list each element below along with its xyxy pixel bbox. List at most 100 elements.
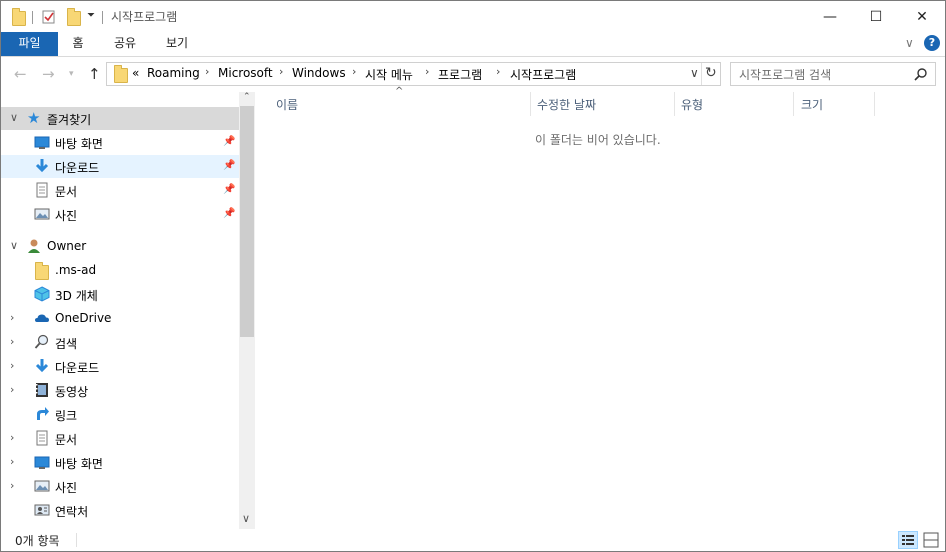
- chevron-right-icon[interactable]: ›: [10, 455, 14, 468]
- scroll-down-icon[interactable]: ∨: [242, 512, 250, 525]
- user-icon: [28, 239, 40, 253]
- up-button[interactable]: ↑: [88, 65, 101, 83]
- nav-item-label: OneDrive: [55, 311, 112, 325]
- maximize-button[interactable]: ☐: [853, 1, 899, 32]
- chevron-right-icon[interactable]: ›: [10, 383, 14, 396]
- chevron-right-icon[interactable]: ›: [279, 65, 283, 78]
- chevron-right-icon[interactable]: ›: [352, 65, 356, 78]
- nav-item-label: .ms-ad: [55, 263, 97, 277]
- search-icon: [34, 334, 49, 349]
- chevron-right-icon[interactable]: ›: [10, 335, 14, 348]
- details-view-icon[interactable]: [898, 531, 918, 549]
- recent-locations-button[interactable]: ▾: [69, 65, 74, 83]
- tab-home[interactable]: 홈: [64, 32, 92, 56]
- chevron-right-icon[interactable]: ›: [425, 65, 429, 78]
- help-icon[interactable]: ?: [924, 35, 940, 51]
- column-header-name[interactable]: 이름: [276, 96, 298, 120]
- nav-item-contacts[interactable]: 연락처: [1, 499, 239, 522]
- chevron-right-icon[interactable]: ›: [205, 65, 209, 78]
- nav-item-label: 바탕 화면: [55, 457, 103, 471]
- large-icons-view-icon[interactable]: [923, 532, 939, 548]
- pin-icon[interactable]: 📌: [223, 208, 235, 220]
- column-separator[interactable]: [674, 92, 675, 116]
- contacts-icon: [34, 504, 50, 516]
- chevron-right-icon[interactable]: ›: [10, 479, 14, 492]
- nav-item-label: 바탕 화면: [55, 137, 103, 151]
- back-button[interactable]: ←: [14, 65, 27, 83]
- nav-item-links[interactable]: 링크: [1, 403, 239, 426]
- nav-item-searches[interactable]: › 검색: [1, 331, 239, 354]
- search-box[interactable]: 시작프로그램 검색: [730, 62, 936, 86]
- nav-item-downloads-user[interactable]: › 다운로드: [1, 355, 239, 378]
- chevron-right-icon[interactable]: ›: [10, 359, 14, 372]
- column-separator[interactable]: [793, 92, 794, 116]
- nav-item-label: 동영상: [55, 385, 89, 399]
- new-folder-icon[interactable]: [67, 8, 81, 26]
- column-separator[interactable]: [874, 92, 875, 116]
- refresh-icon[interactable]: ↻: [705, 65, 717, 81]
- breadcrumb-startup[interactable]: 시작프로그램: [510, 66, 576, 83]
- pin-icon[interactable]: 📌: [223, 184, 235, 196]
- 3d-objects-icon: [34, 286, 50, 302]
- address-dropdown-icon[interactable]: ∨: [690, 66, 699, 80]
- nav-item-label: Owner: [47, 239, 87, 253]
- column-header-date-modified[interactable]: 수정한 날짜: [537, 96, 596, 120]
- breadcrumb-start-menu[interactable]: 시작 메뉴: [365, 66, 413, 83]
- star-icon: ★: [27, 109, 41, 127]
- desktop-icon: [34, 456, 50, 469]
- properties-icon[interactable]: [41, 9, 57, 25]
- chevron-down-icon[interactable]: ∨: [10, 111, 18, 124]
- nav-quick-access[interactable]: ∨ ★ 즐겨찾기: [1, 107, 239, 130]
- breadcrumb-microsoft[interactable]: Microsoft: [218, 66, 273, 80]
- pictures-icon: [34, 480, 50, 492]
- chevron-right-icon[interactable]: ›: [496, 65, 500, 78]
- breadcrumb-overflow[interactable]: «: [132, 66, 139, 80]
- chevron-down-icon[interactable]: ∨: [10, 239, 18, 252]
- document-icon: [36, 430, 48, 446]
- nav-item-desktop[interactable]: 바탕 화면 📌: [1, 131, 239, 154]
- pin-icon[interactable]: 📌: [223, 160, 235, 172]
- chevron-down-icon[interactable]: ∨: [905, 36, 914, 50]
- folder-icon: [12, 8, 26, 26]
- chevron-right-icon[interactable]: ›: [10, 311, 14, 324]
- divider: [102, 11, 103, 24]
- nav-item-downloads[interactable]: 다운로드 📌: [1, 155, 239, 178]
- close-button[interactable]: ✕: [899, 1, 945, 32]
- title-bar: ⏷ 시작프로그램 — ☐ ✕: [1, 1, 945, 32]
- tab-share[interactable]: 공유: [107, 32, 143, 56]
- scroll-up-icon[interactable]: ⌃: [243, 92, 251, 102]
- document-icon: [36, 182, 48, 198]
- nav-item-pictures-user[interactable]: › 사진: [1, 475, 239, 498]
- nav-item-onedrive[interactable]: › OneDrive: [1, 307, 239, 330]
- nav-item-documents-user[interactable]: › 문서: [1, 427, 239, 450]
- scroll-thumb[interactable]: [240, 106, 254, 337]
- nav-item-pictures[interactable]: 사진 📌: [1, 203, 239, 226]
- nav-scrollbar[interactable]: ⌃ ∨: [239, 92, 255, 529]
- nav-item-label: 다운로드: [55, 361, 100, 375]
- column-separator[interactable]: [530, 92, 531, 116]
- nav-item-videos[interactable]: › 동영상: [1, 379, 239, 402]
- search-icon[interactable]: [914, 67, 928, 81]
- item-count: 0개 항목: [15, 534, 60, 548]
- chevron-right-icon[interactable]: ›: [10, 431, 14, 444]
- nav-item-label: 3D 개체: [55, 289, 98, 303]
- minimize-button[interactable]: —: [807, 1, 853, 32]
- tab-file[interactable]: 파일: [1, 32, 58, 56]
- nav-owner[interactable]: ∨ Owner: [1, 235, 239, 258]
- column-header-size[interactable]: 크기: [801, 96, 823, 120]
- nav-item-ms-ad[interactable]: .ms-ad: [1, 259, 239, 282]
- address-bar[interactable]: « Roaming › Microsoft › Windows › 시작 메뉴 …: [106, 62, 721, 86]
- customize-quick-access-icon[interactable]: ⏷: [87, 10, 95, 21]
- nav-item-3d-objects[interactable]: 3D 개체: [1, 283, 239, 306]
- breadcrumb-roaming[interactable]: Roaming: [147, 66, 200, 80]
- breadcrumb-programs[interactable]: 프로그램: [438, 66, 482, 83]
- breadcrumb-windows[interactable]: Windows: [292, 66, 346, 80]
- forward-button[interactable]: →: [42, 65, 55, 83]
- column-header-type[interactable]: 유형: [681, 96, 703, 120]
- sort-ascending-icon[interactable]: ^: [395, 86, 403, 97]
- tab-view[interactable]: 보기: [159, 32, 195, 56]
- ribbon-tabs: 파일 홈 공유 보기 ∨ ?: [1, 32, 945, 57]
- nav-item-desktop-user[interactable]: › 바탕 화면: [1, 451, 239, 474]
- pin-icon[interactable]: 📌: [223, 136, 235, 148]
- nav-item-documents[interactable]: 문서 📌: [1, 179, 239, 202]
